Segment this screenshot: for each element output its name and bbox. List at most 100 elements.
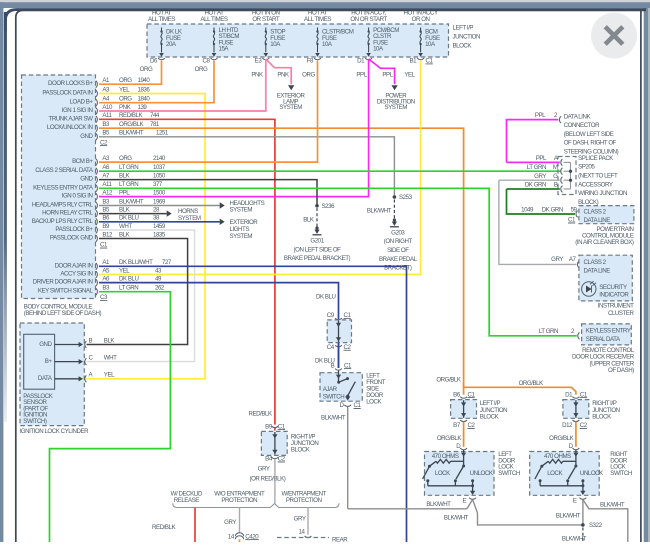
svg-text:A10: A10 (102, 104, 113, 111)
svg-text:BLK/WHT: BLK/WHT (321, 415, 346, 422)
svg-text:BLK/WHT: BLK/WHT (426, 501, 451, 508)
svg-text:10A: 10A (373, 46, 384, 53)
svg-text:744: 744 (150, 112, 160, 119)
svg-text:C1: C1 (426, 58, 434, 65)
svg-text:C420: C420 (245, 533, 259, 540)
svg-text:CLASS 2: CLASS 2 (584, 259, 607, 266)
svg-text:C2: C2 (468, 422, 476, 429)
svg-text:D1: D1 (565, 391, 573, 398)
svg-text:PROTECTION: PROTECTION (286, 497, 322, 504)
svg-text:UNLOCK: UNLOCK (470, 470, 494, 477)
svg-text:ORG/BLK: ORG/BLK (549, 435, 575, 442)
svg-text:BACKUP LPS RLY CTRL: BACKUP LPS RLY CTRL (32, 218, 94, 225)
svg-text:LT GRN: LT GRN (119, 181, 138, 188)
svg-text:(BEHIND LEFT SIDE OF DASH): (BEHIND LEFT SIDE OF DASH) (24, 310, 102, 317)
svg-text:PPL: PPL (535, 112, 546, 119)
svg-text:GRY: GRY (551, 256, 563, 263)
svg-text:B3: B3 (102, 285, 110, 292)
svg-text:A5: A5 (102, 267, 110, 274)
svg-text:PPL: PPL (382, 72, 393, 79)
svg-text:LT GRN: LT GRN (119, 285, 138, 292)
svg-text:781: 781 (150, 121, 160, 128)
svg-text:PPL: PPL (536, 155, 547, 162)
svg-text:B: B (89, 337, 93, 344)
svg-text:B6: B6 (102, 215, 110, 222)
svg-text:SERIAL DATA: SERIAL DATA (586, 336, 621, 343)
svg-text:B7: B7 (453, 422, 461, 429)
svg-text:PNK: PNK (251, 72, 264, 79)
svg-text:PASSLOCK B+: PASSLOCK B+ (55, 226, 93, 233)
svg-text:KEYLESS ENTRY: KEYLESS ENTRY (586, 328, 631, 335)
svg-text:CONNECTOR: CONNECTOR (564, 122, 600, 129)
svg-text:GRY: GRY (258, 465, 270, 472)
svg-text:BLK: BLK (119, 206, 131, 213)
svg-text:10A: 10A (425, 41, 436, 48)
svg-text:B5: B5 (102, 130, 110, 137)
svg-text:DK GRN: DK GRN (525, 182, 546, 189)
svg-text:KEY SWITCH SIGNAL: KEY SWITCH SIGNAL (38, 288, 94, 295)
svg-text:C1: C1 (580, 391, 588, 398)
svg-text:YEL: YEL (119, 267, 130, 274)
svg-text:ON OR START: ON OR START (350, 16, 387, 23)
svg-text:OF DASH, RIGHT OF: OF DASH, RIGHT OF (564, 140, 617, 147)
svg-text:1049: 1049 (521, 207, 534, 214)
svg-text:C2: C2 (278, 456, 286, 463)
svg-text:B3: B3 (102, 121, 110, 128)
svg-text:1050: 1050 (153, 172, 166, 179)
svg-text:A11: A11 (102, 181, 112, 188)
svg-text:A12: A12 (102, 189, 113, 196)
svg-text:DATA LINE: DATA LINE (584, 217, 611, 224)
svg-text:A7: A7 (102, 172, 110, 179)
svg-text:LIGHTS: LIGHTS (230, 226, 250, 233)
svg-text:G: G (553, 173, 558, 180)
svg-text:WHT: WHT (104, 354, 117, 361)
svg-text:DK GRN: DK GRN (542, 207, 563, 214)
svg-text:BLK: BLK (119, 172, 131, 179)
svg-text:C1: C1 (468, 391, 476, 398)
svg-text:10A: 10A (322, 41, 333, 48)
svg-text:DK BLU: DK BLU (316, 293, 335, 300)
svg-text:C2: C2 (580, 422, 588, 429)
svg-text:SWITCH): SWITCH) (23, 418, 47, 425)
svg-text:59: 59 (571, 207, 578, 214)
svg-text:ORG/BLK: ORG/BLK (437, 435, 463, 442)
svg-text:SP205: SP205 (578, 164, 595, 171)
svg-text:A1: A1 (102, 259, 110, 266)
svg-text:SIDE OF: SIDE OF (387, 247, 409, 254)
svg-text:OR START: OR START (252, 16, 280, 23)
svg-text:A7: A7 (569, 256, 577, 263)
svg-text:ORG: ORG (195, 66, 208, 73)
svg-text:GND: GND (80, 176, 93, 183)
svg-text:RED/BLK: RED/BLK (152, 524, 176, 531)
svg-text:CLASS 2 SERIAL DATA: CLASS 2 SERIAL DATA (35, 167, 94, 174)
svg-text:INDICATOR: INDICATOR (599, 292, 629, 299)
svg-text:1037: 1037 (153, 164, 166, 171)
svg-text:E: E (573, 498, 577, 505)
svg-text:WIRING JUNCTION: WIRING JUNCTION (578, 190, 627, 197)
svg-text:C2: C2 (100, 139, 108, 146)
svg-text:ORG/BLK: ORG/BLK (519, 380, 545, 387)
svg-text:IGNITION LOCK CYLINDER: IGNITION LOCK CYLINDER (20, 428, 90, 435)
svg-text:BRAKE PEDAL BRACKET): BRAKE PEDAL BRACKET) (284, 255, 351, 262)
svg-text:B+: B+ (45, 358, 53, 365)
svg-text:SWITCH: SWITCH (498, 470, 520, 477)
svg-text:ORG/BLK: ORG/BLK (119, 121, 145, 128)
svg-text:C8: C8 (203, 57, 211, 64)
svg-text:15A: 15A (219, 46, 230, 53)
svg-text:GRY: GRY (534, 173, 546, 180)
svg-text:RED/BLK: RED/BLK (119, 112, 143, 119)
svg-text:BCM B+: BCM B+ (72, 158, 93, 165)
svg-text:LOCK: LOCK (435, 470, 451, 477)
svg-text:A1: A1 (102, 77, 110, 84)
svg-text:BLOCK: BLOCK (453, 43, 473, 50)
svg-text:C1: C1 (100, 242, 108, 249)
svg-text:LOCK: LOCK (547, 470, 563, 477)
svg-text:IGN 1 SIG IN: IGN 1 SIG IN (62, 107, 93, 114)
svg-text:C1: C1 (568, 217, 576, 224)
svg-text:DATA: DATA (38, 375, 53, 382)
svg-text:(IN AIR CLEANER BOX): (IN AIR CLEANER BOX) (575, 239, 634, 246)
svg-text:ORG: ORG (140, 66, 153, 73)
svg-text:SYSTEM: SYSTEM (279, 104, 302, 111)
svg-text:B5: B5 (102, 206, 110, 213)
svg-text:B3: B3 (102, 198, 110, 205)
